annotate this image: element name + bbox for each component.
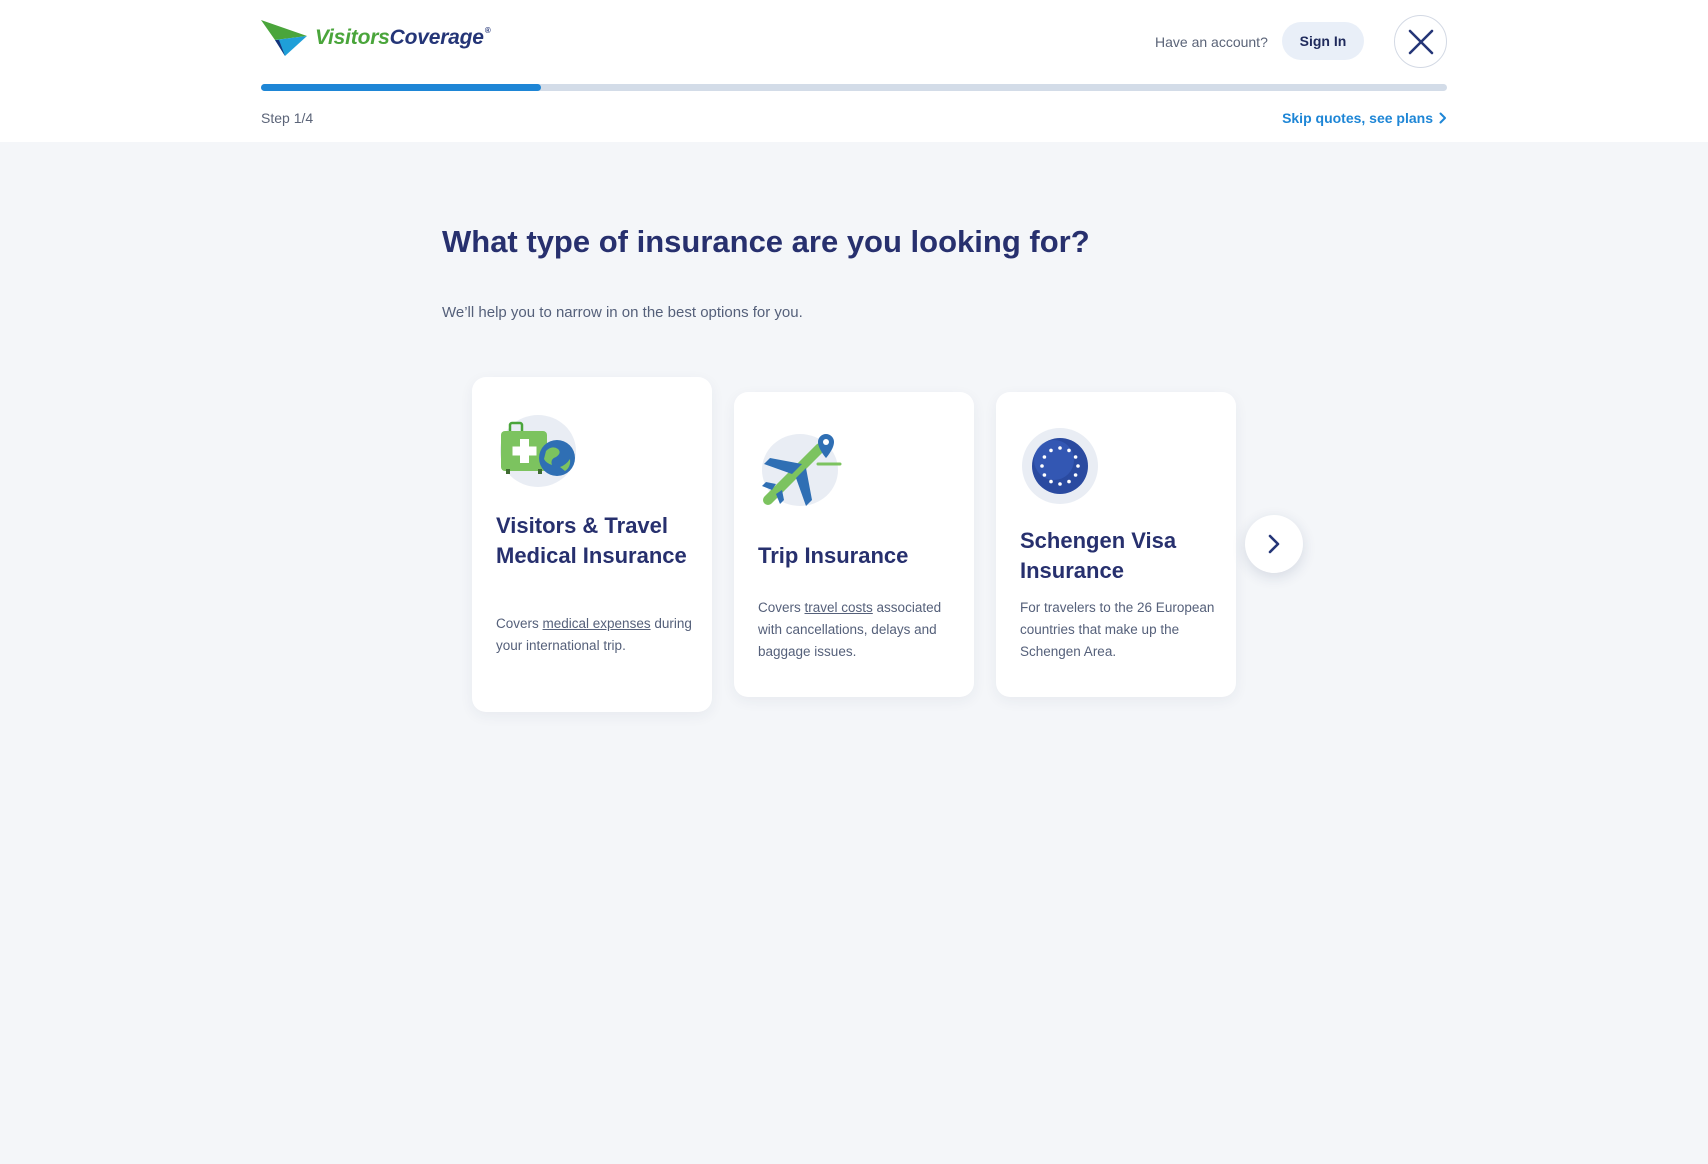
card-title: Schengen Visa Insurance [1020,528,1177,583]
page-title: What type of insurance are you looking f… [442,224,1090,259]
paper-plane-logo-icon [261,20,307,56]
sign-in-button[interactable]: Sign In [1282,22,1364,60]
travel-costs-link[interactable]: travel costs [805,600,873,615]
carousel-next-button[interactable] [1245,515,1303,573]
brand-wordmark: VisitorsCoverage® [315,26,491,50]
top-header: VisitorsCoverage® Have an account? Sign … [0,0,1708,142]
eu-stars-globe-icon [1022,428,1098,504]
progress-bar-fill [261,84,542,91]
brand-logo[interactable]: VisitorsCoverage® [261,20,491,56]
card-title: Visitors & Travel Medical Insurance [496,513,687,568]
skip-quotes-label: Skip quotes, see plans [1282,110,1433,126]
progress-bar [261,84,1447,91]
step-indicator: Step 1/4 [261,110,314,126]
card-title: Trip Insurance [758,543,909,568]
insurance-card-schengen[interactable]: Schengen Visa Insurance For travelers to… [996,392,1236,697]
medical-luggage-globe-icon [500,415,576,487]
page-subtitle: We’ll help you to narrow in on the best … [442,304,803,321]
card-description: Covers travel costs associated with canc… [758,597,954,663]
chevron-right-icon [1439,112,1446,124]
card-desc-prefix: Covers [496,616,543,631]
insurance-card-trip[interactable]: Trip Insurance Covers travel costs assoc… [734,392,974,697]
registered-mark: ® [484,26,491,35]
brand-word-visitors: Visitors [315,26,390,49]
medical-expenses-link[interactable]: medical expenses [543,616,651,631]
plane-location-icon [762,434,842,506]
card-desc-prefix: Covers [758,600,805,615]
chevron-right-icon [1268,534,1280,554]
skip-quotes-link[interactable]: Skip quotes, see plans [1282,110,1447,126]
insurance-card-visitors-medical[interactable]: Visitors & Travel Medical Insurance Cove… [472,377,712,712]
brand-word-coverage: Coverage [389,26,484,49]
close-button[interactable] [1394,15,1447,68]
close-icon [1408,29,1433,54]
account-prompt: Have an account? [1155,34,1268,50]
card-description: For travelers to the 26 European countri… [1020,600,1215,659]
card-description: Covers medical expenses during your inte… [496,613,692,657]
